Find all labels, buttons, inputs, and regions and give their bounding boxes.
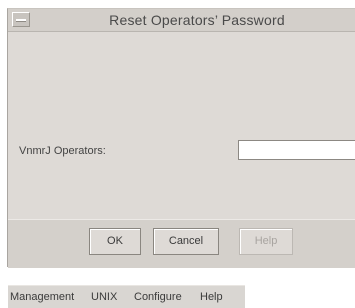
operators-field[interactable] [238, 140, 355, 160]
menu-help[interactable]: Help [200, 291, 223, 303]
reset-password-dialog: Reset Operators’ Password VnmrJ Operator… [7, 8, 355, 268]
operators-label: VnmrJ Operators: [19, 145, 106, 157]
window-menu-icon[interactable] [12, 12, 30, 27]
dialog-titlebar: Reset Operators’ Password [8, 9, 355, 32]
main-menubar: Management UNIX Configure Help [8, 285, 245, 308]
dialog-button-bar: OK Cancel Help [8, 219, 355, 268]
menu-management[interactable]: Management [10, 291, 74, 303]
menu-configure[interactable]: Configure [134, 291, 182, 303]
cancel-button[interactable]: Cancel [153, 228, 219, 255]
dialog-title: Reset Operators’ Password [109, 12, 285, 28]
menu-unix[interactable]: UNIX [91, 291, 117, 303]
ok-button[interactable]: OK [89, 228, 141, 255]
dialog-content: VnmrJ Operators: [8, 32, 355, 227]
help-button[interactable]: Help [239, 228, 293, 255]
window-menu-dash [16, 19, 26, 22]
